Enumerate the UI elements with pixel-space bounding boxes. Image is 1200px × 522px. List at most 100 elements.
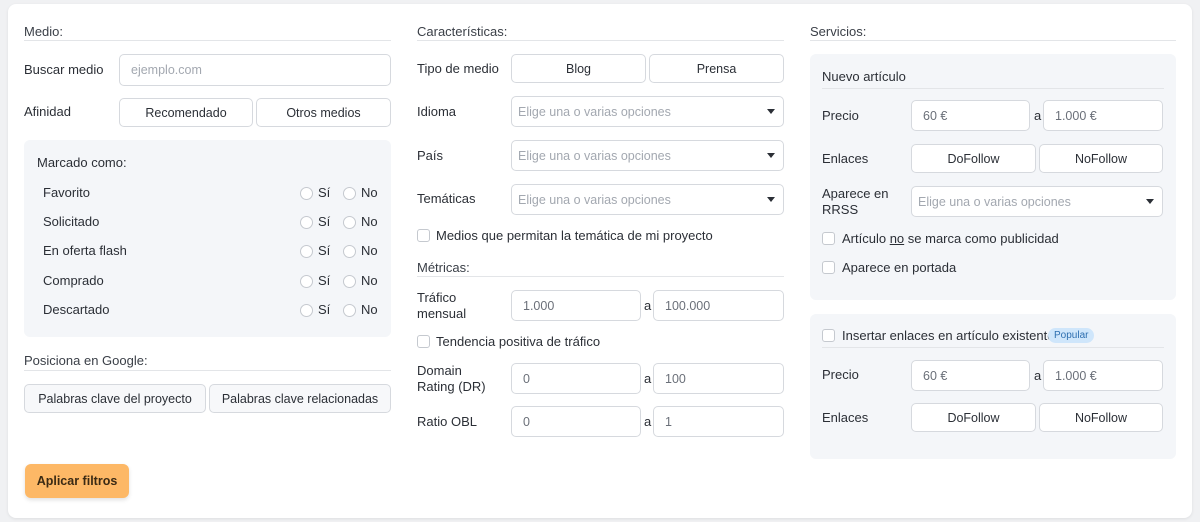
- palabras-proyecto-button[interactable]: Palabras clave del proyecto: [24, 384, 206, 413]
- idioma-label: Idioma: [417, 104, 457, 119]
- marcado-descartado-si-radio[interactable]: [300, 304, 313, 317]
- existente-nofollow-button[interactable]: NoFollow: [1039, 403, 1163, 432]
- marcado-no-label: No: [361, 214, 378, 229]
- chevron-down-icon: [767, 153, 775, 158]
- marcado-oferta-no-radio[interactable]: [343, 245, 356, 258]
- marcado-yes-label: Sí: [318, 302, 331, 317]
- aplicar-filtros-button[interactable]: Aplicar filtros: [25, 464, 129, 498]
- dr-to-input[interactable]: 100: [653, 363, 784, 394]
- marcado-yes-label: Sí: [318, 243, 331, 258]
- obl-from-input[interactable]: 0: [511, 406, 641, 437]
- publicidad-checkbox[interactable]: [822, 232, 835, 245]
- nuevo-precio-to-input[interactable]: 1.000 €: [1043, 100, 1163, 131]
- rrss-select[interactable]: Elige una o varias opciones: [911, 186, 1163, 217]
- rrss-label-2: RRSS: [822, 202, 859, 217]
- marcado-favorito-no-radio[interactable]: [343, 187, 356, 200]
- popular-badge: Popular: [1048, 328, 1095, 343]
- obl-to-input[interactable]: 1: [653, 406, 784, 437]
- chevron-down-icon: [767, 197, 775, 202]
- existente-precio-to-input[interactable]: 1.000 €: [1043, 360, 1163, 391]
- medio-divider: [24, 40, 391, 41]
- tematicas-select[interactable]: Elige una o varias opciones: [511, 184, 784, 215]
- chevron-down-icon: [1146, 199, 1154, 204]
- existente-enlaces-label: Enlaces: [822, 410, 869, 425]
- caracteristicas-section-title: Características:: [417, 24, 508, 39]
- portada-label: Aparece en portada: [842, 260, 957, 275]
- marcado-descartado-no-radio[interactable]: [343, 304, 356, 317]
- marcado-no-label: No: [361, 302, 378, 317]
- marcado-favorito-si-radio[interactable]: [300, 187, 313, 200]
- tematica-proyecto-checkbox[interactable]: [417, 229, 430, 242]
- range-separator: a: [1034, 368, 1042, 383]
- existente-precio-label: Precio: [822, 367, 859, 382]
- nuevo-precio-label: Precio: [822, 108, 859, 123]
- pais-select-placeholder: Elige una o varias opciones: [518, 148, 671, 163]
- marcado-title: Marcado como:: [37, 155, 127, 170]
- marcado-solicitado-si-radio[interactable]: [300, 216, 313, 229]
- trafico-label-1: Tráfico: [417, 290, 457, 305]
- pais-label: País: [417, 148, 444, 163]
- tematica-proyecto-label: Medios que permitan la temática de mi pr…: [436, 228, 713, 243]
- palabras-relacionadas-button[interactable]: Palabras clave relacionadas: [209, 384, 391, 413]
- buscar-medio-input[interactable]: ejemplo.com: [119, 54, 391, 86]
- marcado-yes-label: Sí: [318, 185, 331, 200]
- range-separator: a: [1034, 108, 1042, 123]
- dr-from-input[interactable]: 0: [511, 363, 641, 394]
- marcado-yes-label: Sí: [318, 273, 331, 288]
- marcado-row-label: Favorito: [43, 185, 90, 200]
- idioma-select[interactable]: Elige una o varias opciones: [511, 96, 784, 127]
- existente-checkbox[interactable]: [822, 329, 835, 342]
- medio-section-title: Medio:: [24, 24, 64, 39]
- obl-label: Ratio OBL: [417, 414, 477, 429]
- marcado-row-label: En oferta flash: [43, 243, 127, 258]
- range-separator: a: [644, 414, 652, 429]
- trafico-to-input[interactable]: 100.000: [653, 290, 784, 321]
- pais-select[interactable]: Elige una o varias opciones: [511, 140, 784, 171]
- existente-dofollow-button[interactable]: DoFollow: [911, 403, 1036, 432]
- marcado-comprado-si-radio[interactable]: [300, 275, 313, 288]
- nuevo-articulo-divider: [822, 88, 1164, 89]
- existente-divider: [822, 347, 1164, 348]
- existente-label: Insertar enlaces en artículo existente: [842, 328, 1055, 343]
- metricas-divider: [417, 276, 784, 277]
- rrss-select-placeholder: Elige una o varias opciones: [918, 194, 1071, 209]
- nuevo-nofollow-button[interactable]: NoFollow: [1039, 144, 1163, 173]
- portada-checkbox[interactable]: [822, 261, 835, 274]
- afinidad-recomendado-button[interactable]: Recomendado: [119, 98, 253, 127]
- nuevo-dofollow-button[interactable]: DoFollow: [911, 144, 1036, 173]
- tipo-prensa-button[interactable]: Prensa: [649, 54, 784, 83]
- nuevo-precio-from-input[interactable]: 60 €: [911, 100, 1030, 131]
- google-section-title: Posiciona en Google:: [24, 353, 148, 368]
- trafico-label-2: mensual: [417, 306, 467, 321]
- marcado-yes-label: Sí: [318, 214, 331, 229]
- afinidad-otros-button[interactable]: Otros medios: [256, 98, 391, 127]
- dr-label-2: Rating (DR): [417, 379, 486, 394]
- chevron-down-icon: [767, 109, 775, 114]
- caracteristicas-divider: [417, 40, 784, 41]
- publicidad-label: Artículo no se marca como publicidad: [842, 231, 1059, 246]
- tematicas-select-placeholder: Elige una o varias opciones: [518, 192, 671, 207]
- servicios-section-title: Servicios:: [810, 24, 867, 39]
- afinidad-label: Afinidad: [24, 104, 71, 119]
- existente-precio-from-input[interactable]: 60 €: [911, 360, 1030, 391]
- servicios-divider: [810, 40, 1176, 41]
- marcado-solicitado-no-radio[interactable]: [343, 216, 356, 229]
- idioma-select-placeholder: Elige una o varias opciones: [518, 104, 671, 119]
- filters-card: Medio: Buscar medio ejemplo.com Afinidad…: [8, 4, 1192, 518]
- nuevo-enlaces-label: Enlaces: [822, 151, 869, 166]
- trafico-from-input[interactable]: 1.000: [511, 290, 641, 321]
- marcado-no-label: No: [361, 273, 378, 288]
- marcado-row-label: Descartado: [43, 302, 110, 317]
- tematicas-label: Temáticas: [417, 191, 476, 206]
- range-separator: a: [644, 298, 652, 313]
- dr-label-1: Domain: [417, 363, 462, 378]
- marcado-comprado-no-radio[interactable]: [343, 275, 356, 288]
- buscar-medio-label: Buscar medio: [24, 62, 104, 77]
- marcado-oferta-si-radio[interactable]: [300, 245, 313, 258]
- range-separator: a: [644, 371, 652, 386]
- metricas-section-title: Métricas:: [417, 260, 470, 275]
- tipo-medio-label: Tipo de medio: [417, 61, 499, 76]
- marcado-row-label: Comprado: [43, 273, 104, 288]
- tipo-blog-button[interactable]: Blog: [511, 54, 646, 83]
- tendencia-checkbox[interactable]: [417, 335, 430, 348]
